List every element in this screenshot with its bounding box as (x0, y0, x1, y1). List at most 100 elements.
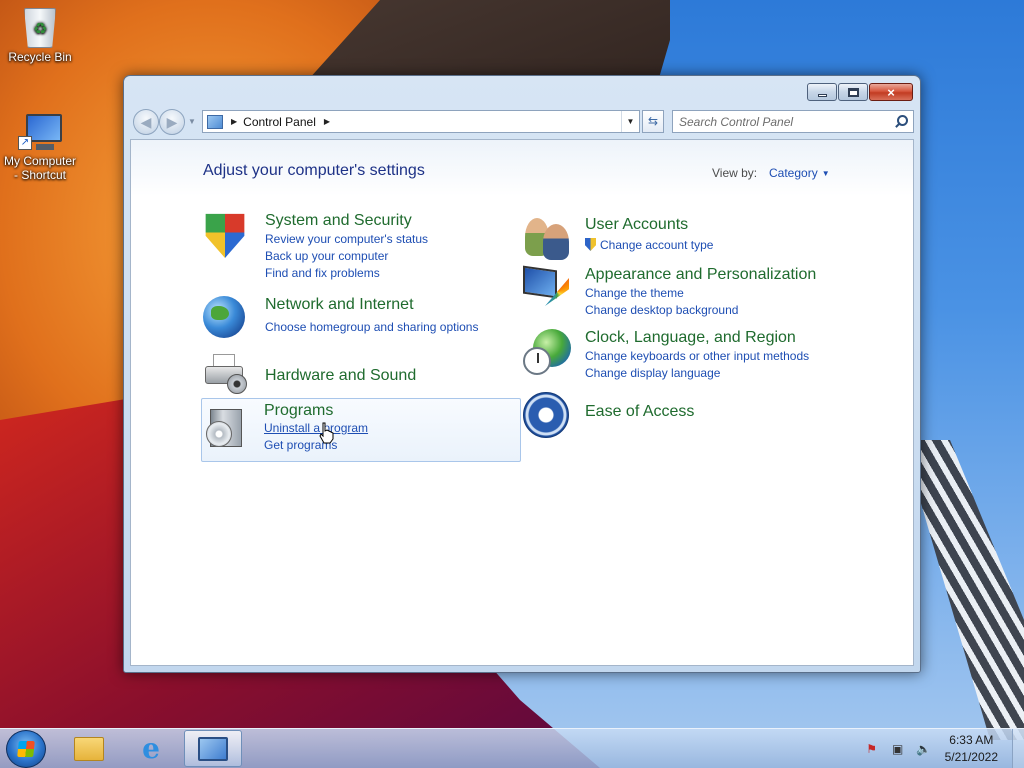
recycle-bin-icon (24, 8, 56, 48)
category-title[interactable]: Clock, Language, and Region (585, 329, 796, 347)
category-title[interactable]: System and Security (265, 212, 412, 230)
category-icon (523, 392, 571, 440)
internet-explorer-icon: e (142, 731, 160, 765)
category-clock-language-and-region: Clock, Language, and Region Change keybo… (523, 329, 843, 389)
caption-buttons: × (807, 83, 913, 101)
control-panel-icon (207, 114, 223, 129)
arrow-left-icon: ◀ (140, 114, 152, 130)
category-icon (203, 212, 251, 260)
category-link[interactable]: Change display language (585, 366, 720, 380)
category-ease-of-access: Ease of Access (523, 392, 843, 442)
content-pane: Adjust your computer's settings View by:… (130, 139, 914, 666)
desktop-icon-label: Recycle Bin (8, 50, 72, 64)
view-by-dropdown[interactable]: Category ▼ (769, 166, 830, 180)
refresh-icon: ⇆ (647, 114, 659, 128)
network-globe-icon (203, 296, 245, 338)
category-link[interactable]: Find and fix problems (265, 266, 380, 280)
taskbar-button-windows-explorer[interactable] (60, 730, 118, 767)
desktop-icon-recycle-bin[interactable]: Recycle Bin (0, 8, 80, 64)
show-desktop-button[interactable] (1012, 729, 1024, 768)
ease-of-access-icon (523, 392, 569, 438)
category-icon (523, 329, 571, 377)
content-header: Adjust your computer's settings View by:… (131, 140, 913, 196)
category-icon (523, 265, 571, 314)
user-accounts-icon (523, 216, 571, 260)
uac-shield-icon (585, 238, 596, 251)
system-clock[interactable]: 6:33 AM 5/21/2022 (945, 732, 998, 766)
address-dropdown-button[interactable]: ▼ (621, 111, 639, 132)
view-by-value: Category (769, 166, 818, 180)
start-button[interactable] (6, 730, 46, 768)
maximize-button[interactable] (838, 83, 868, 101)
category-user-accounts: User Accounts Change account type (523, 216, 843, 264)
back-button[interactable]: ◀ (133, 109, 159, 135)
clock-time: 6:33 AM (949, 733, 994, 747)
desktop-icon-label: My Computer (3, 154, 77, 168)
category-title[interactable]: Programs (264, 402, 333, 420)
notification-area: ⚑ ▣ 🔈 6:33 AM 5/21/2022 (859, 729, 1024, 768)
category-icon (203, 296, 251, 344)
close-button[interactable]: × (869, 83, 913, 101)
category-title[interactable]: Ease of Access (585, 403, 694, 421)
page-title: Adjust your computer's settings (203, 162, 425, 179)
category-link[interactable]: Choose homegroup and sharing options (265, 320, 478, 334)
taskbar: e ⚑ ▣ 🔈 6:33 AM 5/21/2022 (0, 728, 1024, 768)
category-link[interactable]: Change desktop background (585, 303, 738, 317)
category-title[interactable]: User Accounts (585, 216, 688, 234)
category-link[interactable]: Change account type (585, 238, 713, 252)
close-icon: × (887, 84, 895, 100)
folder-icon (74, 736, 104, 761)
category-hardware-and-sound: Hardware and Sound (203, 350, 523, 400)
category-system-and-security: System and Security Review your computer… (203, 212, 523, 284)
recent-pages-dropdown[interactable]: ▼ (188, 117, 196, 126)
category-network-and-internet: Network and Internet Choose homegroup an… (203, 296, 523, 344)
hand-cursor-icon (319, 422, 334, 444)
printer-icon (203, 350, 247, 394)
computer-icon: ↗ (18, 114, 62, 152)
programs-cd-icon (206, 405, 246, 449)
shortcut-arrow-icon: ↗ (18, 136, 32, 150)
category-title[interactable]: Network and Internet (265, 296, 414, 314)
category-link[interactable]: Change keyboards or other input methods (585, 349, 809, 363)
desktop-icon-my-computer-shortcut[interactable]: ↗ My Computer - Shortcut (0, 114, 80, 182)
category-link[interactable]: Back up your computer (265, 249, 388, 263)
breadcrumb-control-panel[interactable]: Control Panel (243, 115, 316, 129)
category-link[interactable]: Change the theme (585, 286, 684, 300)
taskbar-button-internet-explorer[interactable]: e (122, 730, 180, 767)
arrow-right-icon: ▶ (166, 114, 178, 130)
category-programs: Programs Uninstall a program Get program… (201, 398, 521, 462)
category-icon (206, 405, 254, 453)
clock-date: 5/21/2022 (944, 750, 998, 764)
security-shield-icon (205, 213, 245, 258)
breadcrumb-separator-icon[interactable]: ▶ (231, 117, 237, 126)
search-input[interactable] (673, 111, 892, 132)
control-panel-icon (198, 736, 228, 761)
category-link[interactable]: Uninstall a program (264, 421, 368, 435)
address-bar[interactable]: ▶ Control Panel ▶ ▼ (202, 110, 640, 133)
desktop-icon-label: - Shortcut (13, 168, 67, 182)
category-icon (523, 216, 571, 264)
minimize-button[interactable] (807, 83, 837, 101)
minimize-icon (817, 93, 827, 97)
taskbar-button-control-panel[interactable] (184, 730, 242, 767)
navigation-bar: ◀ ▶ ▼ ▶ Control Panel ▶ ▼ ⇆ (132, 109, 914, 135)
clock-globe-icon (523, 329, 571, 377)
category-icon (203, 350, 251, 398)
category-link[interactable]: Review your computer's status (265, 232, 428, 246)
breadcrumb-separator-icon[interactable]: ▶ (324, 117, 330, 126)
forward-button[interactable]: ▶ (159, 109, 185, 135)
volume-icon[interactable]: 🔈 (916, 742, 932, 756)
chevron-down-icon: ▼ (821, 169, 830, 178)
network-icon[interactable]: ▣ (890, 742, 906, 756)
appearance-monitor-icon (523, 265, 569, 308)
action-center-flag-icon[interactable]: ⚑ (864, 742, 880, 756)
control-panel-window: × ◀ ▶ ▼ ▶ Control Panel ▶ ▼ ⇆ Adjust you… (123, 75, 921, 673)
refresh-button[interactable]: ⇆ (642, 110, 664, 133)
search-icon[interactable] (892, 113, 910, 131)
view-by-label: View by: (712, 166, 758, 180)
category-appearance-and-personalization: Appearance and Personalization Change th… (523, 265, 843, 322)
search-box[interactable] (672, 110, 914, 133)
category-title[interactable]: Hardware and Sound (265, 367, 416, 385)
category-link-label: Change account type (600, 238, 714, 252)
category-title[interactable]: Appearance and Personalization (585, 266, 816, 284)
